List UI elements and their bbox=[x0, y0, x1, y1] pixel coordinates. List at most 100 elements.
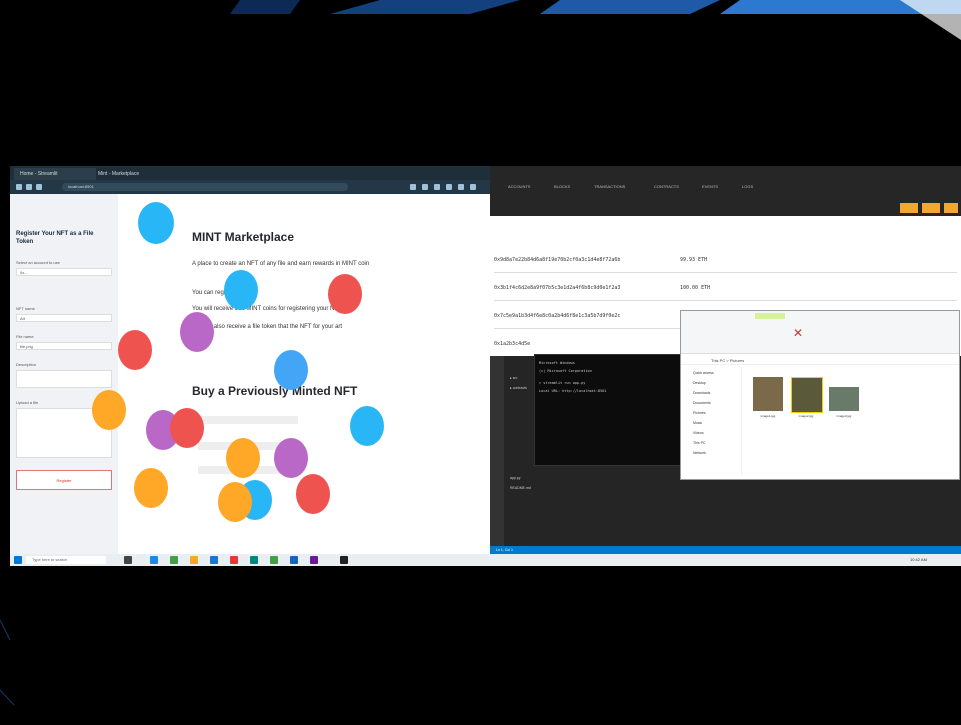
taskbar-app-icon[interactable] bbox=[230, 556, 238, 564]
extension-icon[interactable] bbox=[434, 184, 440, 190]
sidebar-label: Upload a file bbox=[16, 400, 39, 405]
ganache-window: ACCOUNTS BLOCKS TRANSACTIONS CONTRACTS E… bbox=[490, 166, 961, 554]
sidebar: Register Your NFT as a File Token Select… bbox=[10, 194, 118, 554]
sidebar-label: Select an account to use bbox=[16, 260, 60, 265]
account-balance: 99.93 ETH bbox=[680, 257, 708, 263]
taskbar-app-icon[interactable] bbox=[124, 556, 132, 564]
file-name-field[interactable]: file.png bbox=[16, 342, 112, 350]
account-address: 0x7c5e9a1b3d4f6e8c0a2b4d6f8e1c3a5b7d9f0e… bbox=[494, 313, 621, 319]
taskbar-search[interactable]: Type here to search bbox=[26, 556, 106, 564]
taskbar-app-icon[interactable] bbox=[150, 556, 158, 564]
balloon bbox=[350, 406, 384, 446]
extension-icon[interactable] bbox=[410, 184, 416, 190]
back-icon[interactable] bbox=[16, 184, 22, 190]
taskbar-app-icon[interactable] bbox=[250, 556, 258, 564]
explorer-nav: Quick access Desktop Downloads Documents… bbox=[681, 367, 742, 475]
nav-events[interactable]: EVENTS bbox=[702, 184, 718, 189]
nft-name-field[interactable]: Art bbox=[16, 314, 112, 322]
file-name: image1.jpg bbox=[760, 414, 776, 418]
image-thumbnail[interactable] bbox=[829, 387, 859, 411]
ribbon-tab[interactable] bbox=[755, 313, 785, 319]
account-balance: 100.00 ETH bbox=[680, 285, 711, 291]
profile-icon[interactable] bbox=[470, 184, 476, 190]
account-row[interactable]: 0x9d8a7e22b84d6a8f19e70b2cf0a3c1d4e8f72a… bbox=[494, 246, 957, 273]
browser-address-bar: localhost:8501 bbox=[10, 180, 490, 194]
nav-item[interactable]: Documents bbox=[693, 401, 711, 405]
settings-icon[interactable] bbox=[944, 203, 958, 213]
extension-icon[interactable] bbox=[422, 184, 428, 190]
balloon bbox=[118, 330, 152, 370]
start-icon[interactable] bbox=[14, 556, 22, 564]
file-name: image3.jpg bbox=[836, 414, 852, 418]
explorer-ribbon: ✕ bbox=[681, 311, 959, 354]
browser-window: Home - Streamlit Mint - Marketplace loca… bbox=[10, 166, 490, 554]
image-thumbnail[interactable] bbox=[753, 377, 783, 411]
description-field[interactable] bbox=[16, 370, 112, 388]
account-address: 0x1a2b3c4d5e bbox=[494, 341, 531, 347]
nav-blocks[interactable]: BLOCKS bbox=[554, 184, 570, 189]
balloon bbox=[92, 390, 126, 430]
extension-icon[interactable] bbox=[458, 184, 464, 190]
clock[interactable]: 10:42 AM bbox=[910, 557, 927, 562]
balloon bbox=[296, 474, 330, 514]
balloon bbox=[328, 274, 362, 314]
activity-bar bbox=[490, 356, 504, 546]
terminal-line: Microsoft Windows bbox=[539, 361, 575, 365]
file-tree-item[interactable]: ▸ src bbox=[510, 376, 517, 380]
taskbar-app-icon[interactable] bbox=[270, 556, 278, 564]
balloon bbox=[224, 270, 258, 310]
nav-item[interactable]: Pictures bbox=[693, 411, 706, 415]
terminal-line: (c) Microsoft Corporation bbox=[539, 369, 592, 373]
extension-icon[interactable] bbox=[446, 184, 452, 190]
nav-item[interactable]: Videos bbox=[693, 431, 704, 435]
delete-icon[interactable]: ✕ bbox=[793, 327, 805, 339]
nav-accounts[interactable]: ACCOUNTS bbox=[508, 184, 530, 189]
switch-button[interactable] bbox=[922, 203, 940, 213]
forward-icon[interactable] bbox=[26, 184, 32, 190]
account-address: 0x3b1f4c6d2e8a9f07b5c3e1d2a4f6b8c9d0e1f2… bbox=[494, 285, 621, 291]
taskbar-app-icon[interactable] bbox=[170, 556, 178, 564]
nav-logs[interactable]: LOGS bbox=[742, 184, 753, 189]
nav-item[interactable]: This PC bbox=[693, 441, 705, 445]
image-thumbnail[interactable] bbox=[791, 377, 823, 413]
nav-contracts[interactable]: CONTRACTS bbox=[654, 184, 679, 189]
nav-item[interactable]: Quick access bbox=[693, 371, 714, 375]
nav-item[interactable]: Downloads bbox=[693, 391, 710, 395]
section-title: Buy a Previously Minted NFT bbox=[192, 384, 358, 398]
balloon bbox=[274, 438, 308, 478]
balloon bbox=[274, 350, 308, 390]
sidebar-label: NFT name bbox=[16, 306, 35, 311]
taskbar-app-icon[interactable] bbox=[340, 556, 348, 564]
select-input[interactable] bbox=[198, 416, 298, 424]
account-address: 0x9d8a7e22b84d6a8f19e70b2cf0a3c1d4e8f72a… bbox=[494, 257, 621, 263]
save-button[interactable] bbox=[900, 203, 918, 213]
nav-transactions[interactable]: TRANSACTIONS bbox=[594, 184, 625, 189]
nav-item[interactable]: Desktop bbox=[693, 381, 706, 385]
explorer-path[interactable]: This PC > Pictures bbox=[681, 357, 959, 365]
account-row[interactable]: 0x3b1f4c6d2e8a9f07b5c3e1d2a4f6b8c9d0e1f2… bbox=[494, 274, 957, 301]
sidebar-label: Description bbox=[16, 362, 37, 367]
terminal-line: Local URL: http://localhost:8501 bbox=[539, 389, 607, 393]
balloon bbox=[170, 408, 204, 448]
refresh-icon[interactable] bbox=[36, 184, 42, 190]
taskbar-app-icon[interactable] bbox=[290, 556, 298, 564]
register-button[interactable]: Register bbox=[16, 470, 112, 490]
taskbar-app-icon[interactable] bbox=[210, 556, 218, 564]
intro-text: A place to create an NFT of any file and… bbox=[192, 261, 370, 267]
browser-tab-mint[interactable]: Mint - Marketplace bbox=[92, 168, 174, 180]
taskbar-app-icon[interactable] bbox=[310, 556, 318, 564]
file-tree-item[interactable]: ▸ contracts bbox=[510, 386, 527, 390]
file-tree-item[interactable]: app.py bbox=[510, 476, 521, 480]
url-input[interactable]: localhost:8501 bbox=[62, 183, 348, 191]
account-select[interactable]: 0x... bbox=[16, 268, 112, 276]
info-text: You will also receive a file token that … bbox=[192, 324, 343, 330]
terminal-window: Microsoft Windows (c) Microsoft Corporat… bbox=[534, 354, 684, 466]
ganache-header: ACCOUNTS BLOCKS TRANSACTIONS CONTRACTS E… bbox=[490, 166, 961, 216]
browser-tab-home[interactable]: Home - Streamlit bbox=[14, 168, 96, 180]
taskbar-app-icon[interactable] bbox=[190, 556, 198, 564]
file-tree-item[interactable]: README.md bbox=[510, 486, 531, 490]
nav-item[interactable]: Network bbox=[693, 451, 706, 455]
terminal-line: > streamlit run app.py bbox=[539, 381, 586, 385]
nav-item[interactable]: Music bbox=[693, 421, 702, 425]
browser-tabbar: Home - Streamlit Mint - Marketplace bbox=[10, 166, 490, 180]
